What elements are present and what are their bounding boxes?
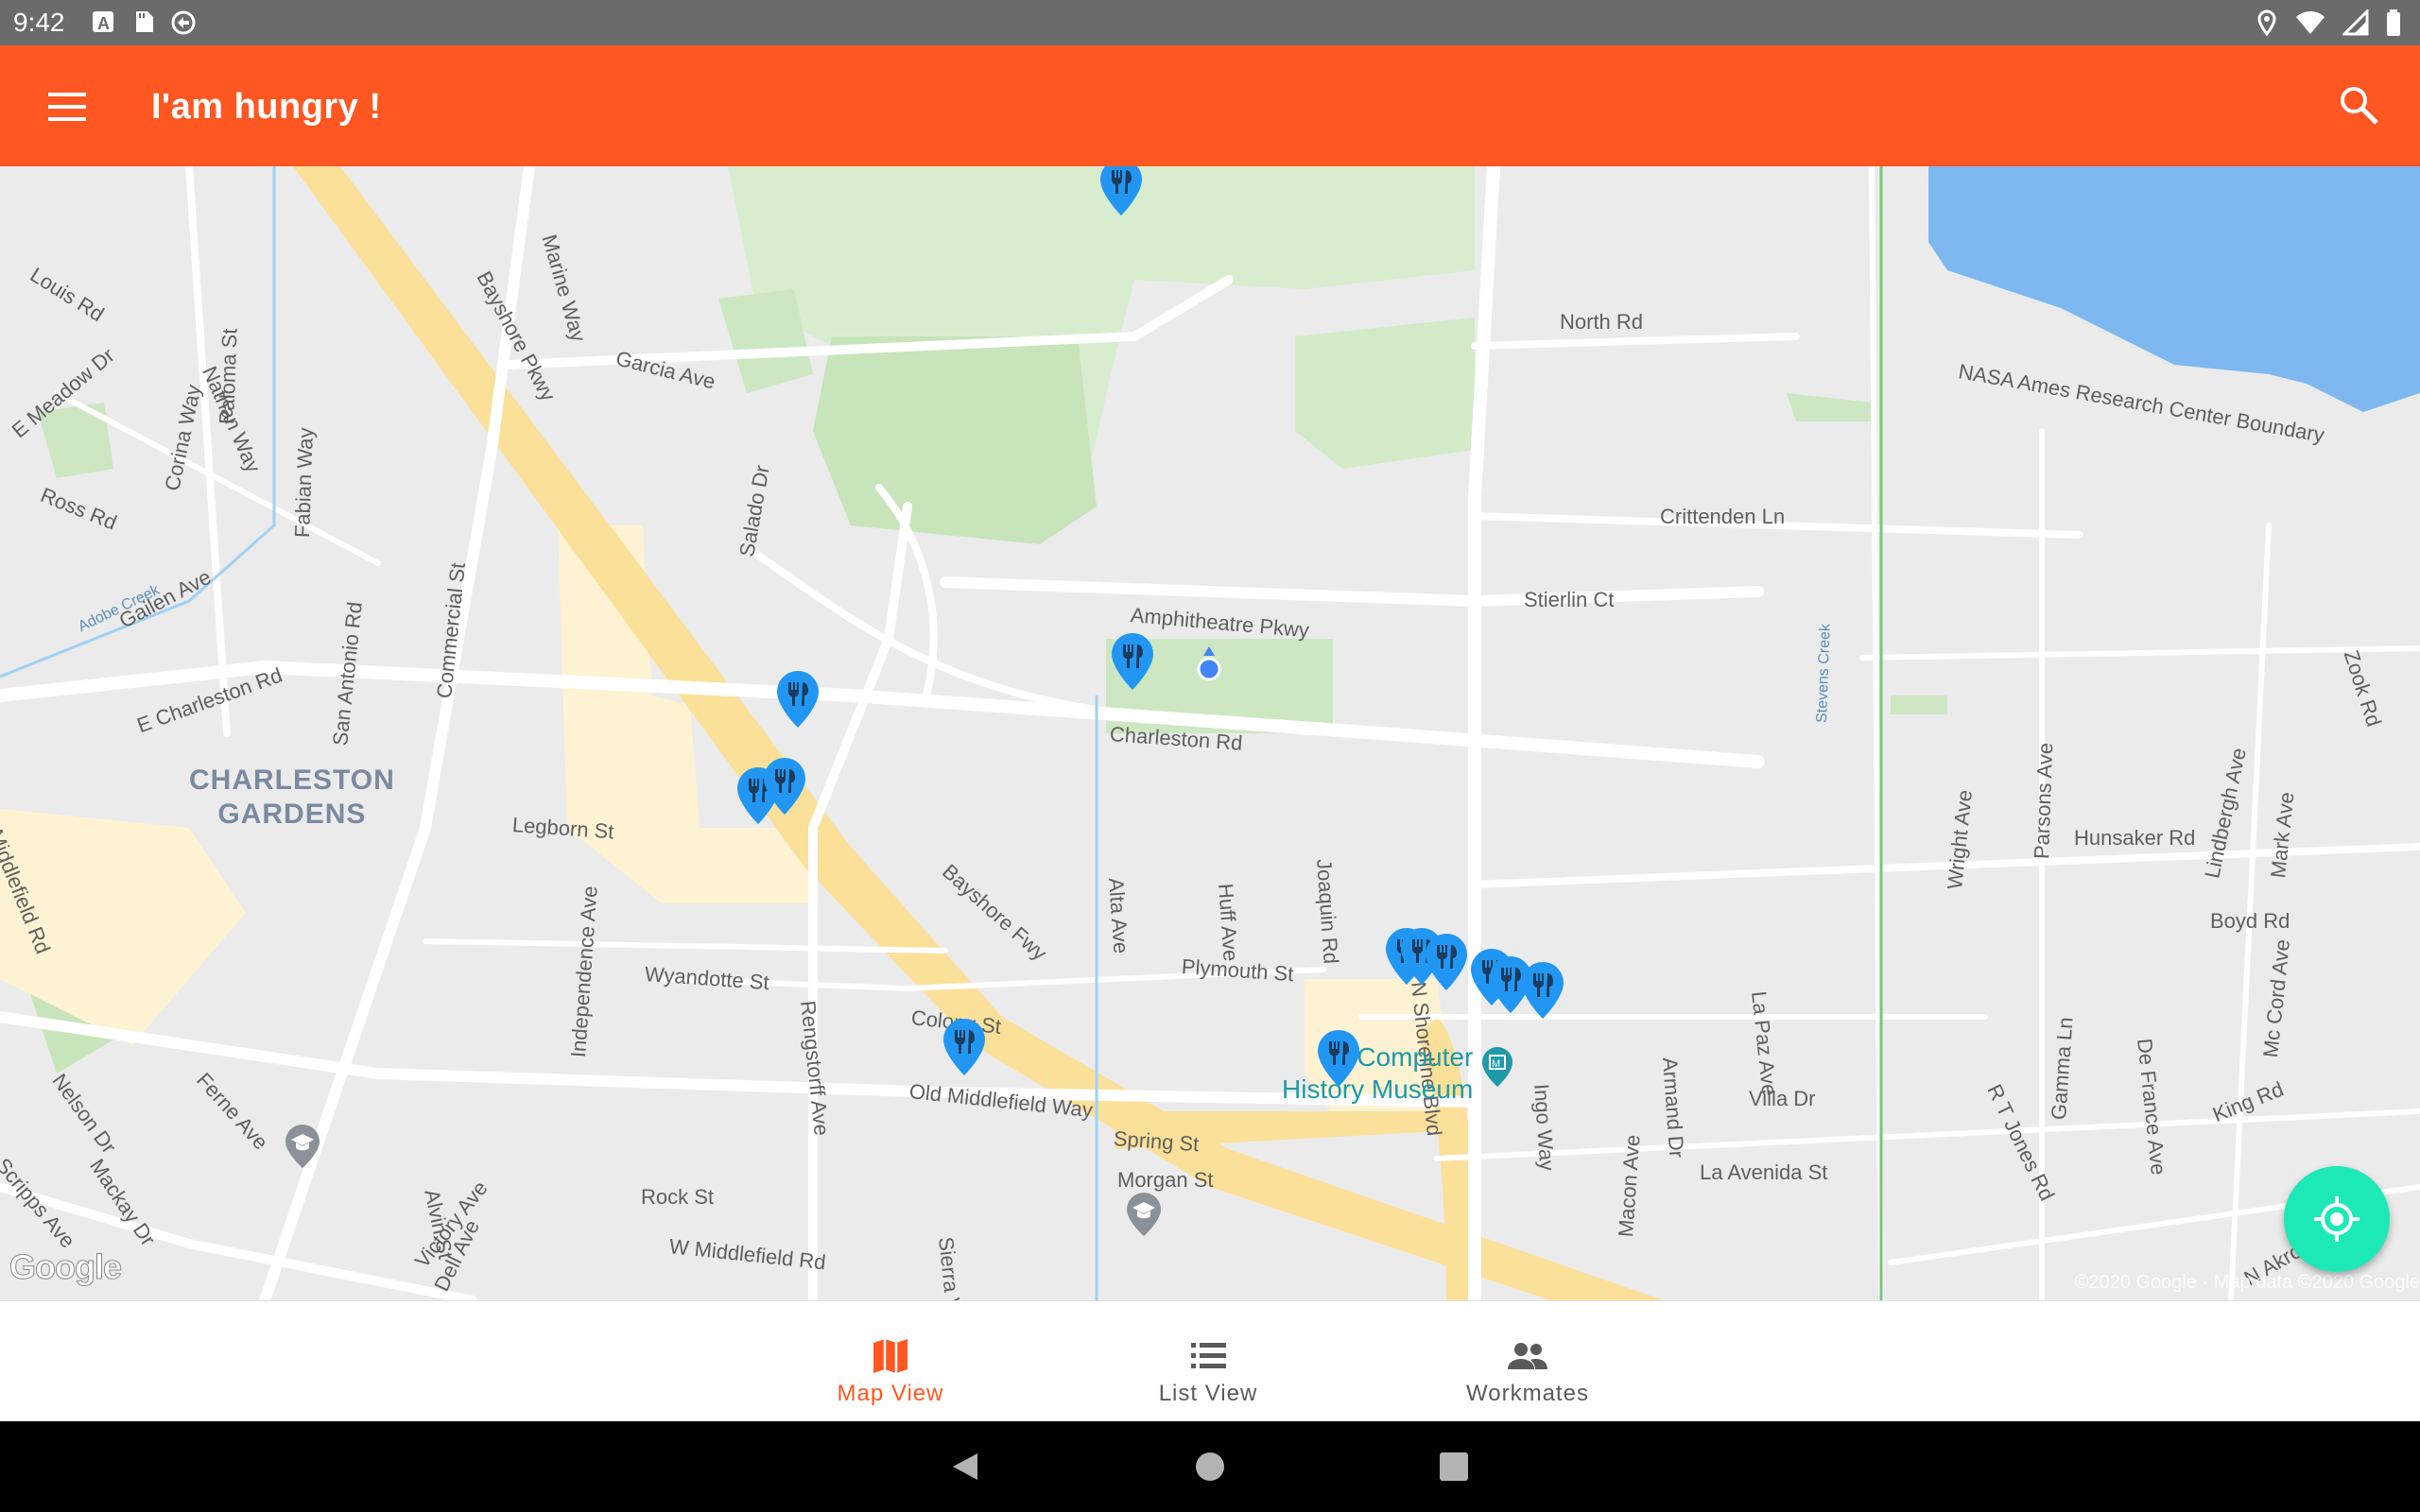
street-label: Morgan St (1117, 1168, 1214, 1192)
menu-icon[interactable] (43, 83, 91, 130)
map-icon (873, 1339, 908, 1373)
wifi-icon (2296, 11, 2325, 34)
google-logo: Google (9, 1247, 123, 1287)
sync-icon (171, 10, 196, 35)
battery-icon (2387, 9, 2400, 36)
street-label: La Avenida St (1700, 1160, 1828, 1184)
people-icon (1508, 1343, 1547, 1369)
recents-icon[interactable] (1437, 1450, 1471, 1484)
street-label: Fabian Way (290, 427, 319, 539)
app-title: I'am hungry ! (151, 87, 382, 127)
svg-text:M: M (1492, 1058, 1500, 1070)
status-bar: 9:42 A (0, 0, 2420, 45)
nav-workmates[interactable]: Workmates (1424, 1301, 1632, 1422)
nav-map-view[interactable]: Map View (786, 1301, 994, 1422)
street-label: Hunsaker Rd (2074, 826, 2196, 850)
nav-label: Map View (837, 1381, 944, 1406)
nav-label: List View (1158, 1381, 1258, 1406)
list-icon (1191, 1343, 1226, 1368)
app-bar: I'am hungry ! (0, 45, 2420, 166)
search-icon[interactable] (2335, 81, 2382, 129)
nav-list-view[interactable]: List View (1104, 1301, 1312, 1422)
street-label: Boyd Rd (2210, 909, 2290, 933)
cell-signal-icon (2342, 9, 2369, 36)
restaurant-marker[interactable] (1424, 932, 1469, 992)
system-navigation-bar (0, 1421, 2420, 1512)
home-icon[interactable] (1193, 1450, 1227, 1484)
street-label: Rock St (641, 1185, 715, 1209)
restaurant-marker[interactable] (1316, 1028, 1361, 1089)
map-copyright: ©2020 Google · Map data ©2020 Google (2074, 1272, 2420, 1293)
area-label: CHARLESTON GARDENS (189, 765, 395, 830)
street-label: Crittenden Ln (1660, 505, 1786, 528)
status-time: 9:42 (13, 8, 65, 37)
user-location-icon (1197, 646, 1221, 681)
restaurant-marker[interactable] (942, 1017, 987, 1077)
sd-card-icon (136, 11, 153, 32)
street-label: North Rd (1560, 310, 1644, 334)
school-icon[interactable] (284, 1123, 321, 1170)
map-view[interactable]: Louis Rd Paloma St Marine Way Bayshore P… (0, 166, 2420, 1300)
location-icon (2257, 9, 2276, 36)
street-label: Alta Ave (1104, 877, 1133, 954)
a-letter-icon: A (93, 11, 113, 33)
restaurant-marker[interactable] (1520, 960, 1565, 1021)
my-location-icon (2314, 1196, 2360, 1242)
creek-label: Stevens Creek (1814, 623, 1834, 724)
my-location-button[interactable] (2284, 1166, 2390, 1272)
nav-label: Workmates (1466, 1381, 1589, 1406)
museum-icon[interactable]: M (1480, 1045, 1514, 1089)
svg-text:A: A (97, 14, 110, 33)
restaurant-marker[interactable] (1098, 166, 1144, 217)
school-icon[interactable] (1125, 1191, 1163, 1238)
restaurant-marker[interactable] (775, 669, 821, 730)
street-label: Parsons Ave (2030, 742, 2058, 860)
restaurant-marker[interactable] (1110, 631, 1155, 692)
back-icon[interactable] (947, 1450, 981, 1484)
street-label: Stierlin Ct (1524, 588, 1615, 611)
poi-label[interactable]: Computer History Museum (1282, 1041, 1473, 1106)
street-label: Villa Dr (1749, 1087, 1816, 1110)
bottom-navigation: Map View List View Workmates (0, 1300, 2420, 1422)
restaurant-marker[interactable] (762, 756, 807, 816)
